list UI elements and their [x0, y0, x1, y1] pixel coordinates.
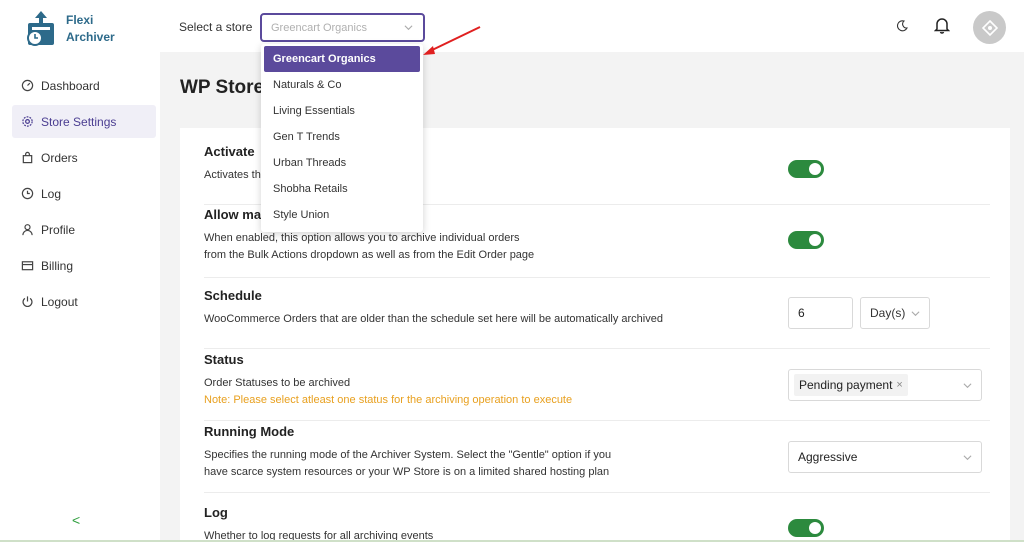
running-mode-select[interactable]: Aggressive: [788, 441, 982, 473]
sidebar-item-label: Profile: [41, 222, 76, 237]
log-toggle[interactable]: [788, 519, 824, 537]
running-mode-value: Aggressive: [798, 450, 858, 464]
chevron-down-icon: [911, 311, 920, 317]
setting-description-line1: When enabled, this option allows you to …: [204, 232, 520, 244]
store-select-label: Select a store: [179, 20, 253, 34]
store-select[interactable]: Greencart Organics: [260, 13, 425, 42]
store-option-shobha-retails[interactable]: Shobha Retails: [261, 176, 423, 202]
store-select-placeholder: Greencart Organics: [271, 21, 367, 34]
schedule-unit-select[interactable]: Day(s): [860, 297, 930, 329]
app-name: Flexi Archiver: [66, 12, 115, 46]
status-tag-label: Pending payment: [799, 378, 893, 392]
sidebar-item-logout[interactable]: Logout: [12, 285, 156, 318]
avatar[interactable]: [973, 11, 1006, 44]
collapse-sidebar-button[interactable]: <: [72, 512, 80, 528]
setting-running-mode: Running Mode Specifies the running mode …: [204, 424, 990, 493]
sidebar-item-label: Logout: [41, 294, 78, 309]
store-option-style-union[interactable]: Style Union: [261, 202, 423, 228]
app-logo[interactable]: Flexi Archiver: [24, 9, 115, 49]
chevron-down-icon: [963, 383, 972, 389]
archive-box-icon: [24, 9, 58, 49]
clock-icon: [20, 187, 34, 201]
status-multiselect[interactable]: Pending payment ×: [788, 369, 982, 401]
store-option-naturals-co[interactable]: Naturals & Co: [261, 72, 423, 98]
sidebar-item-label: Log: [41, 186, 62, 201]
chevron-down-icon: [963, 455, 972, 461]
shopping-bag-icon: [20, 151, 34, 165]
sidebar-nav: Dashboard Store Settings Orders Log Prof…: [12, 69, 156, 321]
activate-toggle[interactable]: [788, 160, 824, 178]
app-name-line2: Archiver: [66, 30, 115, 44]
sidebar-item-orders[interactable]: Orders: [12, 141, 156, 174]
store-option-gen-t-trends[interactable]: Gen T Trends: [261, 124, 423, 150]
sidebar-item-label: Dashboard: [41, 78, 100, 93]
setting-title: Status: [204, 352, 244, 367]
credit-card-icon: [20, 259, 34, 273]
schedule-value-input[interactable]: 6: [788, 297, 853, 329]
app-name-line1: Flexi: [66, 13, 94, 27]
schedule-unit-value: Day(s): [870, 306, 906, 320]
chevron-down-icon: [404, 25, 413, 31]
sidebar-item-dashboard[interactable]: Dashboard: [12, 69, 156, 102]
setting-title: Log: [204, 505, 228, 520]
power-icon: [20, 295, 34, 309]
sidebar-item-store-settings[interactable]: Store Settings: [12, 105, 156, 138]
setting-log: Log Whether to log requests for all arch…: [204, 505, 990, 542]
user-icon: [20, 223, 34, 237]
sidebar-item-label: Orders: [41, 150, 78, 165]
setting-title: Running Mode: [204, 424, 295, 439]
page-title: WP Store: [180, 77, 265, 98]
sidebar: Flexi Archiver Dashboard Store Settings …: [0, 0, 160, 542]
sidebar-item-label: Store Settings: [41, 114, 117, 129]
store-option-living-essentials[interactable]: Living Essentials: [261, 98, 423, 124]
allow-manual-toggle[interactable]: [788, 231, 824, 249]
dashboard-gauge-icon: [20, 79, 34, 93]
bell-icon[interactable]: [934, 16, 950, 34]
store-dropdown-menu: Greencart Organics Naturals & Co Living …: [261, 44, 423, 232]
sidebar-item-profile[interactable]: Profile: [12, 213, 156, 246]
moon-icon[interactable]: [896, 20, 908, 32]
gear-icon: [20, 115, 34, 129]
annotation-arrow-icon: [423, 26, 481, 55]
avatar-diamond-icon: [981, 19, 998, 36]
setting-description-line2: from the Bulk Actions dropdown as well a…: [204, 249, 535, 261]
sidebar-item-label: Billing: [41, 258, 74, 273]
sidebar-item-billing[interactable]: Billing: [12, 249, 156, 282]
store-option-urban-threads[interactable]: Urban Threads: [261, 150, 423, 176]
setting-status: Status Order Statuses to be archived Not…: [204, 352, 990, 421]
sidebar-item-log[interactable]: Log: [12, 177, 156, 210]
remove-tag-icon[interactable]: ×: [896, 379, 902, 391]
setting-schedule: Schedule WooCommerce Orders that are old…: [204, 288, 990, 349]
store-option-greencart-organics[interactable]: Greencart Organics: [264, 46, 420, 72]
status-tag: Pending payment ×: [794, 374, 908, 396]
